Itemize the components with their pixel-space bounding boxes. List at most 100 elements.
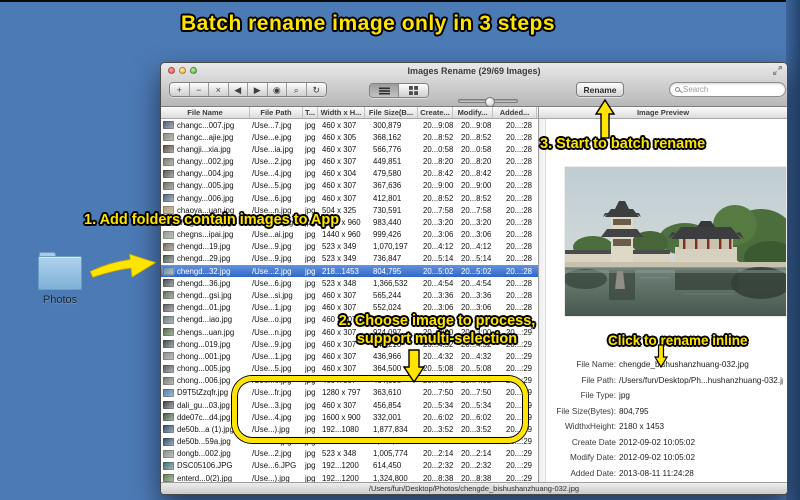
column-header[interactable]: Width x H... [318, 107, 365, 118]
toolbar-close-button[interactable]: × [209, 83, 229, 96]
column-header[interactable]: File Path [250, 107, 303, 118]
cell-path: /Use...4.jpg [252, 169, 292, 179]
table-row[interactable]: chong...005.jpg/Use...5.jpg jpg 460 x 307 3… [161, 362, 538, 374]
toolbar-refresh-button[interactable]: ↻ [306, 83, 326, 96]
grid-view-icon [409, 86, 418, 95]
file-thumbnail [163, 376, 174, 385]
detail-value[interactable]: /Users/fun/Desktop/Ph...hushanzhuang-032… [619, 376, 783, 385]
cell-size: 552,024 [373, 303, 402, 313]
cell-created: 20...2:14 [423, 449, 453, 459]
slider-knob[interactable] [485, 96, 496, 107]
cell-type: jpg [305, 230, 316, 240]
cell-path: /Use...si.jpg [252, 290, 293, 300]
cell-modified: 20...3:06 [461, 303, 492, 313]
thumbnail-zoomer-slider[interactable] [458, 96, 518, 107]
list-view-icon [378, 87, 390, 94]
cell-modified: 20...8:52 [461, 193, 492, 203]
cell-size: 1,070,197 [373, 242, 408, 252]
table-row[interactable]: chegns...ipai.jpg/Use...ai.jpg jpg 1440 x … [161, 229, 538, 241]
detail-row[interactable]: File Size(Bytes): 804,795 [539, 404, 783, 420]
column-header[interactable]: Modify... [453, 107, 493, 118]
column-header[interactable]: Added... [493, 107, 537, 118]
list-view-button[interactable] [370, 84, 399, 97]
cell-added: 20...:28 [506, 205, 533, 215]
toolbar-add-button[interactable]: + [170, 83, 190, 96]
rename-button[interactable]: Rename [576, 82, 624, 97]
detail-row[interactable]: File Path:/Users/fun/Desktop/Ph...hushan… [539, 373, 783, 389]
file-thumbnail [163, 291, 174, 300]
detail-value[interactable]: 2180 x 1453 [619, 422, 664, 431]
cell-type: jpg [305, 181, 316, 191]
search-input[interactable] [683, 85, 773, 94]
table-row[interactable]: chengd...29.jpg/Use...9.jpg jpg 523 x 349 7… [161, 253, 538, 265]
table-row[interactable]: changc...007.jpg/Use...7.jpg jpg 460 x 307… [161, 119, 538, 131]
file-name: changc...ajie.jpg [177, 132, 234, 142]
cell-added: 20...:28 [506, 193, 533, 203]
detail-value[interactable]: 2012-09-02 10:05:02 [619, 453, 695, 462]
detail-value[interactable]: 2013-08-11 11:24:28 [619, 469, 694, 478]
detail-row[interactable]: File Type: jpg [539, 388, 783, 404]
photos-folder-icon[interactable] [38, 252, 82, 290]
toolbar-remove-button[interactable]: − [189, 83, 209, 96]
cell-dims: 523 x 349 [322, 242, 357, 252]
grid-view-button[interactable] [399, 84, 428, 97]
table-row[interactable]: changc...ajie.jpg/Use...e.jpg jpg 460 x 30… [161, 131, 538, 143]
cell-modified: 20...5:02 [461, 266, 492, 276]
file-thumbnail [163, 230, 174, 239]
search-field[interactable] [669, 82, 786, 97]
cell-size: 449,851 [373, 157, 402, 167]
table-row[interactable]: changy...005.jpg/Use...5.jpg jpg 460 x 307… [161, 180, 538, 192]
titlebar[interactable]: Images Rename (29/69 Images) [161, 63, 787, 78]
column-header[interactable]: T... [303, 107, 318, 118]
toolbar-forward-button[interactable]: ▶ [248, 83, 268, 96]
table-row[interactable]: changy...006.jpg/Use...6.jpg jpg 460 x 307… [161, 192, 538, 204]
cell-type: jpg [305, 290, 316, 300]
detail-label: File Name: [576, 360, 616, 370]
cell-dims: 460 x 307 [322, 290, 357, 300]
table-row[interactable]: chong...001.jpg/Use...1.jpg jpg 460 x 307 4… [161, 350, 538, 362]
cell-dims: 460 x 307 [322, 193, 357, 203]
detail-value[interactable]: 2012-09-02 10:05:02 [619, 438, 695, 447]
table-row[interactable]: changy...004.jpg/Use...4.jpg jpg 460 x 304… [161, 168, 538, 180]
table-row[interactable]: changji...xia.jpg/Use...ia.jpg jpg 460 x 3… [161, 143, 538, 155]
table-row[interactable]: chengd...gsi.jpg/Use...si.jpg jpg 460 x 30… [161, 289, 538, 301]
toolbar-magnifier-button[interactable]: ⌕ [287, 83, 307, 96]
cell-added: 20...:29 [506, 364, 533, 374]
column-header[interactable]: File Name [161, 107, 250, 118]
toolbar-back-button[interactable]: ◀ [228, 83, 248, 96]
cell-type: jpg [305, 339, 316, 349]
cell-size: 804,795 [373, 266, 402, 276]
detail-value[interactable]: 804,795 [619, 407, 649, 416]
column-header[interactable]: Create... [418, 107, 453, 118]
detail-row[interactable]: Create Date 2012-09-02 10:05:02 [539, 435, 783, 451]
detail-row[interactable]: Modify Date: 2012-09-02 10:05:02 [539, 450, 783, 466]
table-row[interactable]: DSC05106.JPG/Use...6.JPG jpg 192...1200 614… [161, 460, 538, 472]
cell-type: jpg [305, 278, 316, 288]
cell-type: jpg [305, 120, 316, 130]
folder-label[interactable]: Photos [26, 294, 94, 306]
cell-modified: 20...9:00 [461, 181, 492, 191]
table-row[interactable]: changy...002.jpg/Use...2.jpg jpg 460 x 307… [161, 156, 538, 168]
cell-modified: 20...4:12 [461, 242, 492, 252]
detail-row[interactable]: Added Date: 2013-08-11 11:24:28 [539, 466, 783, 482]
table-row[interactable]: chengd...32.jpg/Use...2.jpg jpg 218...1453… [161, 265, 538, 278]
file-name: changy...005.jpg [177, 181, 234, 191]
file-name: chengd...gsi.jpg [177, 290, 232, 300]
detail-value[interactable]: jpg [619, 391, 630, 400]
table-row[interactable]: chengd...36.jpg/Use...6.jpg jpg 523 x 348 1… [161, 277, 538, 289]
toolbar-segmented-control: + − × ◀ ▶ ◉ ⌕ ↻ [169, 82, 327, 97]
detail-row[interactable]: WidthxHeight: 2180 x 1453 [539, 419, 783, 435]
file-name: changc...007.jpg [177, 120, 235, 130]
cell-path: /Use...2.jpg [252, 157, 292, 167]
annotation-step1: 1. Add folders contain images to App [84, 212, 340, 228]
cell-dims: 460 x 307 [322, 364, 357, 374]
fullscreen-icon[interactable] [773, 66, 782, 75]
toolbar-eye-button[interactable]: ◉ [267, 83, 287, 96]
cell-path: /Use...6.JPG [252, 461, 297, 471]
table-row[interactable]: chengd...19.jpg/Use...9.jpg jpg 523 x 349 1… [161, 241, 538, 253]
cell-dims: 460 x 307 [322, 157, 357, 167]
file-thumbnail [163, 279, 174, 288]
table-row[interactable]: dongb...002.jpg/Use...2.jpg jpg 523 x 348 1… [161, 448, 538, 460]
detail-value[interactable]: chengde_bishushanzhuang-032.jpg [619, 360, 749, 369]
column-header[interactable]: File Size(B... [365, 107, 418, 118]
